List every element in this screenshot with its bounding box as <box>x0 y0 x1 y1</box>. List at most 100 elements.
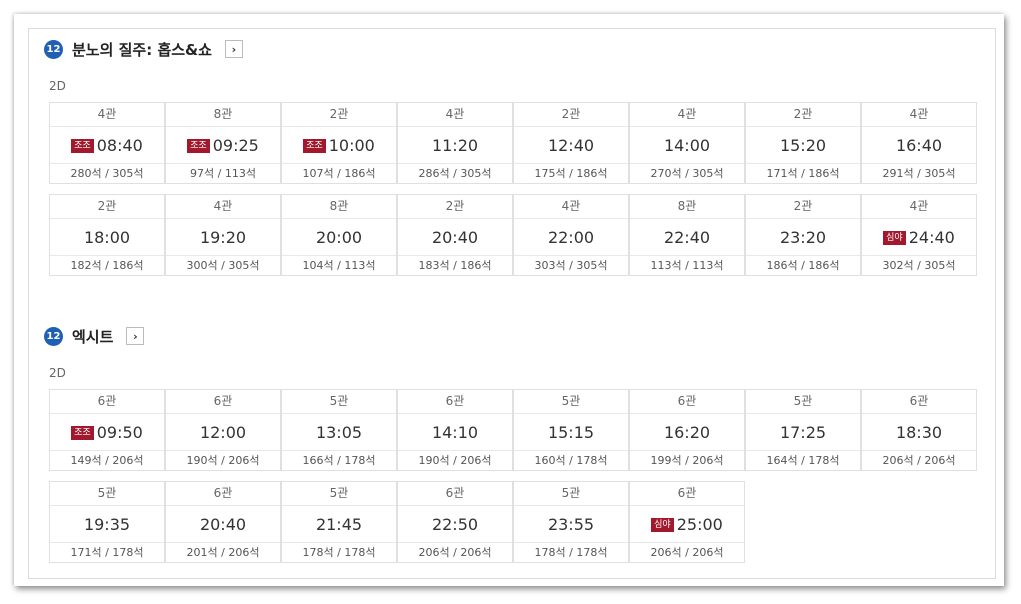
showtime-time: 15:15 <box>547 423 595 442</box>
movie-title[interactable]: 분노의 질주: 홉스&쇼 <box>72 39 212 60</box>
showtime-time: 14:10 <box>431 423 479 442</box>
seat-count: 206석 / 206석 <box>862 450 976 470</box>
hall-label: 4관 <box>630 103 744 127</box>
seat-count: 280석 / 305석 <box>50 163 164 183</box>
hall-label: 4관 <box>862 103 976 127</box>
showtime-cell[interactable]: 5관 23:55 178석 / 178석 <box>513 481 629 563</box>
showtime-cell[interactable]: 4관 16:40 291석 / 305석 <box>861 102 977 184</box>
showtime-cell[interactable]: 5관 13:05 166석 / 178석 <box>281 389 397 471</box>
chevron-right-icon[interactable]: › <box>224 40 243 58</box>
seat-count: 183석 / 186석 <box>398 255 512 275</box>
showtime-time: 20:00 <box>315 228 363 247</box>
showtime-cell[interactable]: 4관 심야 24:40 302석 / 305석 <box>861 194 977 276</box>
hall-label: 2관 <box>746 195 860 219</box>
showtime-cell[interactable]: 6관 심야 25:00 206석 / 206석 <box>629 481 745 563</box>
seat-count: 160석 / 178석 <box>514 450 628 470</box>
seat-count: 175석 / 186석 <box>514 163 628 183</box>
seat-count: 199석 / 206석 <box>630 450 744 470</box>
hall-label: 4관 <box>514 195 628 219</box>
seat-count: 166석 / 178석 <box>282 450 396 470</box>
showtime-cell[interactable]: 2관 23:20 186석 / 186석 <box>745 194 861 276</box>
showtime-time: 08:40 <box>96 136 143 155</box>
hall-label: 2관 <box>514 103 628 127</box>
showtime-cell[interactable]: 6관 조조 09:50 149석 / 206석 <box>49 389 165 471</box>
hall-label: 2관 <box>282 103 396 127</box>
showtime-cell[interactable]: 2관 15:20 171석 / 186석 <box>745 102 861 184</box>
showtime-cell[interactable]: 6관 12:00 190석 / 206석 <box>165 389 281 471</box>
seat-count: 206석 / 206석 <box>630 542 744 562</box>
showtime-time: 22:40 <box>663 228 711 247</box>
seat-count: 182석 / 186석 <box>50 255 164 275</box>
showtime-tag: 심야 <box>883 230 906 245</box>
showtime-cell[interactable]: 8관 22:40 113석 / 113석 <box>629 194 745 276</box>
showtime-time: 12:40 <box>547 136 595 155</box>
showtime-cell[interactable]: 6관 16:20 199석 / 206석 <box>629 389 745 471</box>
showtime-cell[interactable]: 4관 14:00 270석 / 305석 <box>629 102 745 184</box>
time-row: 13:05 <box>282 414 396 451</box>
seat-count: 164석 / 178석 <box>746 450 860 470</box>
showtime-cell[interactable]: 2관 12:40 175석 / 186석 <box>513 102 629 184</box>
showtime-cell[interactable]: 4관 22:00 303석 / 305석 <box>513 194 629 276</box>
showtime-cell[interactable]: 2관 18:00 182석 / 186석 <box>49 194 165 276</box>
hall-label: 6관 <box>398 390 512 414</box>
time-row: 15:15 <box>514 414 628 451</box>
time-row: 19:35 <box>50 506 164 543</box>
showtime-cell[interactable]: 5관 17:25 164석 / 178석 <box>745 389 861 471</box>
seat-count: 149석 / 206석 <box>50 450 164 470</box>
seat-count: 171석 / 178석 <box>50 542 164 562</box>
showtime-cell[interactable]: 4관 19:20 300석 / 305석 <box>165 194 281 276</box>
hall-label: 8관 <box>166 103 280 127</box>
seat-count: 300석 / 305석 <box>166 255 280 275</box>
seat-count: 178석 / 178석 <box>282 542 396 562</box>
showtime-time: 14:00 <box>663 136 711 155</box>
hall-label: 8관 <box>282 195 396 219</box>
time-row: 12:40 <box>514 127 628 164</box>
time-row: 20:00 <box>282 219 396 256</box>
movie-title[interactable]: 엑시트 <box>72 326 113 347</box>
showtime-cell[interactable]: 5관 19:35 171석 / 178석 <box>49 481 165 563</box>
showtime-cell[interactable]: 6관 20:40 201석 / 206석 <box>165 481 281 563</box>
seat-count: 190석 / 206석 <box>166 450 280 470</box>
showtime-tag: 조조 <box>187 138 210 153</box>
showtime-time: 15:20 <box>779 136 827 155</box>
showtime-time: 23:20 <box>779 228 827 247</box>
showtime-cell[interactable]: 5관 15:15 160석 / 178석 <box>513 389 629 471</box>
seat-count: 113석 / 113석 <box>630 255 744 275</box>
hall-label: 8관 <box>630 195 744 219</box>
hall-label: 6관 <box>862 390 976 414</box>
showtime-time: 19:35 <box>83 515 131 534</box>
hall-label: 4관 <box>398 103 512 127</box>
time-row: 16:20 <box>630 414 744 451</box>
time-row: 14:00 <box>630 127 744 164</box>
showtime-cell[interactable]: 2관 조조 10:00 107석 / 186석 <box>281 102 397 184</box>
hall-label: 5관 <box>514 482 628 506</box>
showtime-cell[interactable]: 4관 11:20 286석 / 305석 <box>397 102 513 184</box>
chevron-right-icon[interactable]: › <box>126 327 145 345</box>
showtime-time: 20:40 <box>431 228 479 247</box>
time-row: 조조 08:40 <box>50 127 164 164</box>
hall-label: 2관 <box>746 103 860 127</box>
showtime-cell[interactable]: 6관 18:30 206석 / 206석 <box>861 389 977 471</box>
age-rating-badge: 12 <box>44 326 63 346</box>
hall-label: 6관 <box>630 482 744 506</box>
showtime-cell[interactable]: 8관 20:00 104석 / 113석 <box>281 194 397 276</box>
hall-label: 5관 <box>282 482 396 506</box>
showtime-cell[interactable]: 5관 21:45 178석 / 178석 <box>281 481 397 563</box>
showtime-cell[interactable]: 6관 22:50 206석 / 206석 <box>397 481 513 563</box>
showtime-cell[interactable]: 8관 조조 09:25 97석 / 113석 <box>165 102 281 184</box>
showtime-time: 22:50 <box>431 515 479 534</box>
hall-label: 4관 <box>166 195 280 219</box>
time-row: 16:40 <box>862 127 976 164</box>
age-rating-badge: 12 <box>44 39 63 59</box>
showtime-cell[interactable]: 6관 14:10 190석 / 206석 <box>397 389 513 471</box>
showtime-cell[interactable]: 2관 20:40 183석 / 186석 <box>397 194 513 276</box>
time-row: 22:50 <box>398 506 512 543</box>
time-row: 14:10 <box>398 414 512 451</box>
showtime-time: 09:25 <box>212 136 259 155</box>
showtime-cell[interactable]: 4관 조조 08:40 280석 / 305석 <box>49 102 165 184</box>
time-row: 19:20 <box>166 219 280 256</box>
seat-count: 107석 / 186석 <box>282 163 396 183</box>
showtime-time: 21:45 <box>315 515 363 534</box>
showtime-time: 10:00 <box>328 136 375 155</box>
time-row: 15:20 <box>746 127 860 164</box>
